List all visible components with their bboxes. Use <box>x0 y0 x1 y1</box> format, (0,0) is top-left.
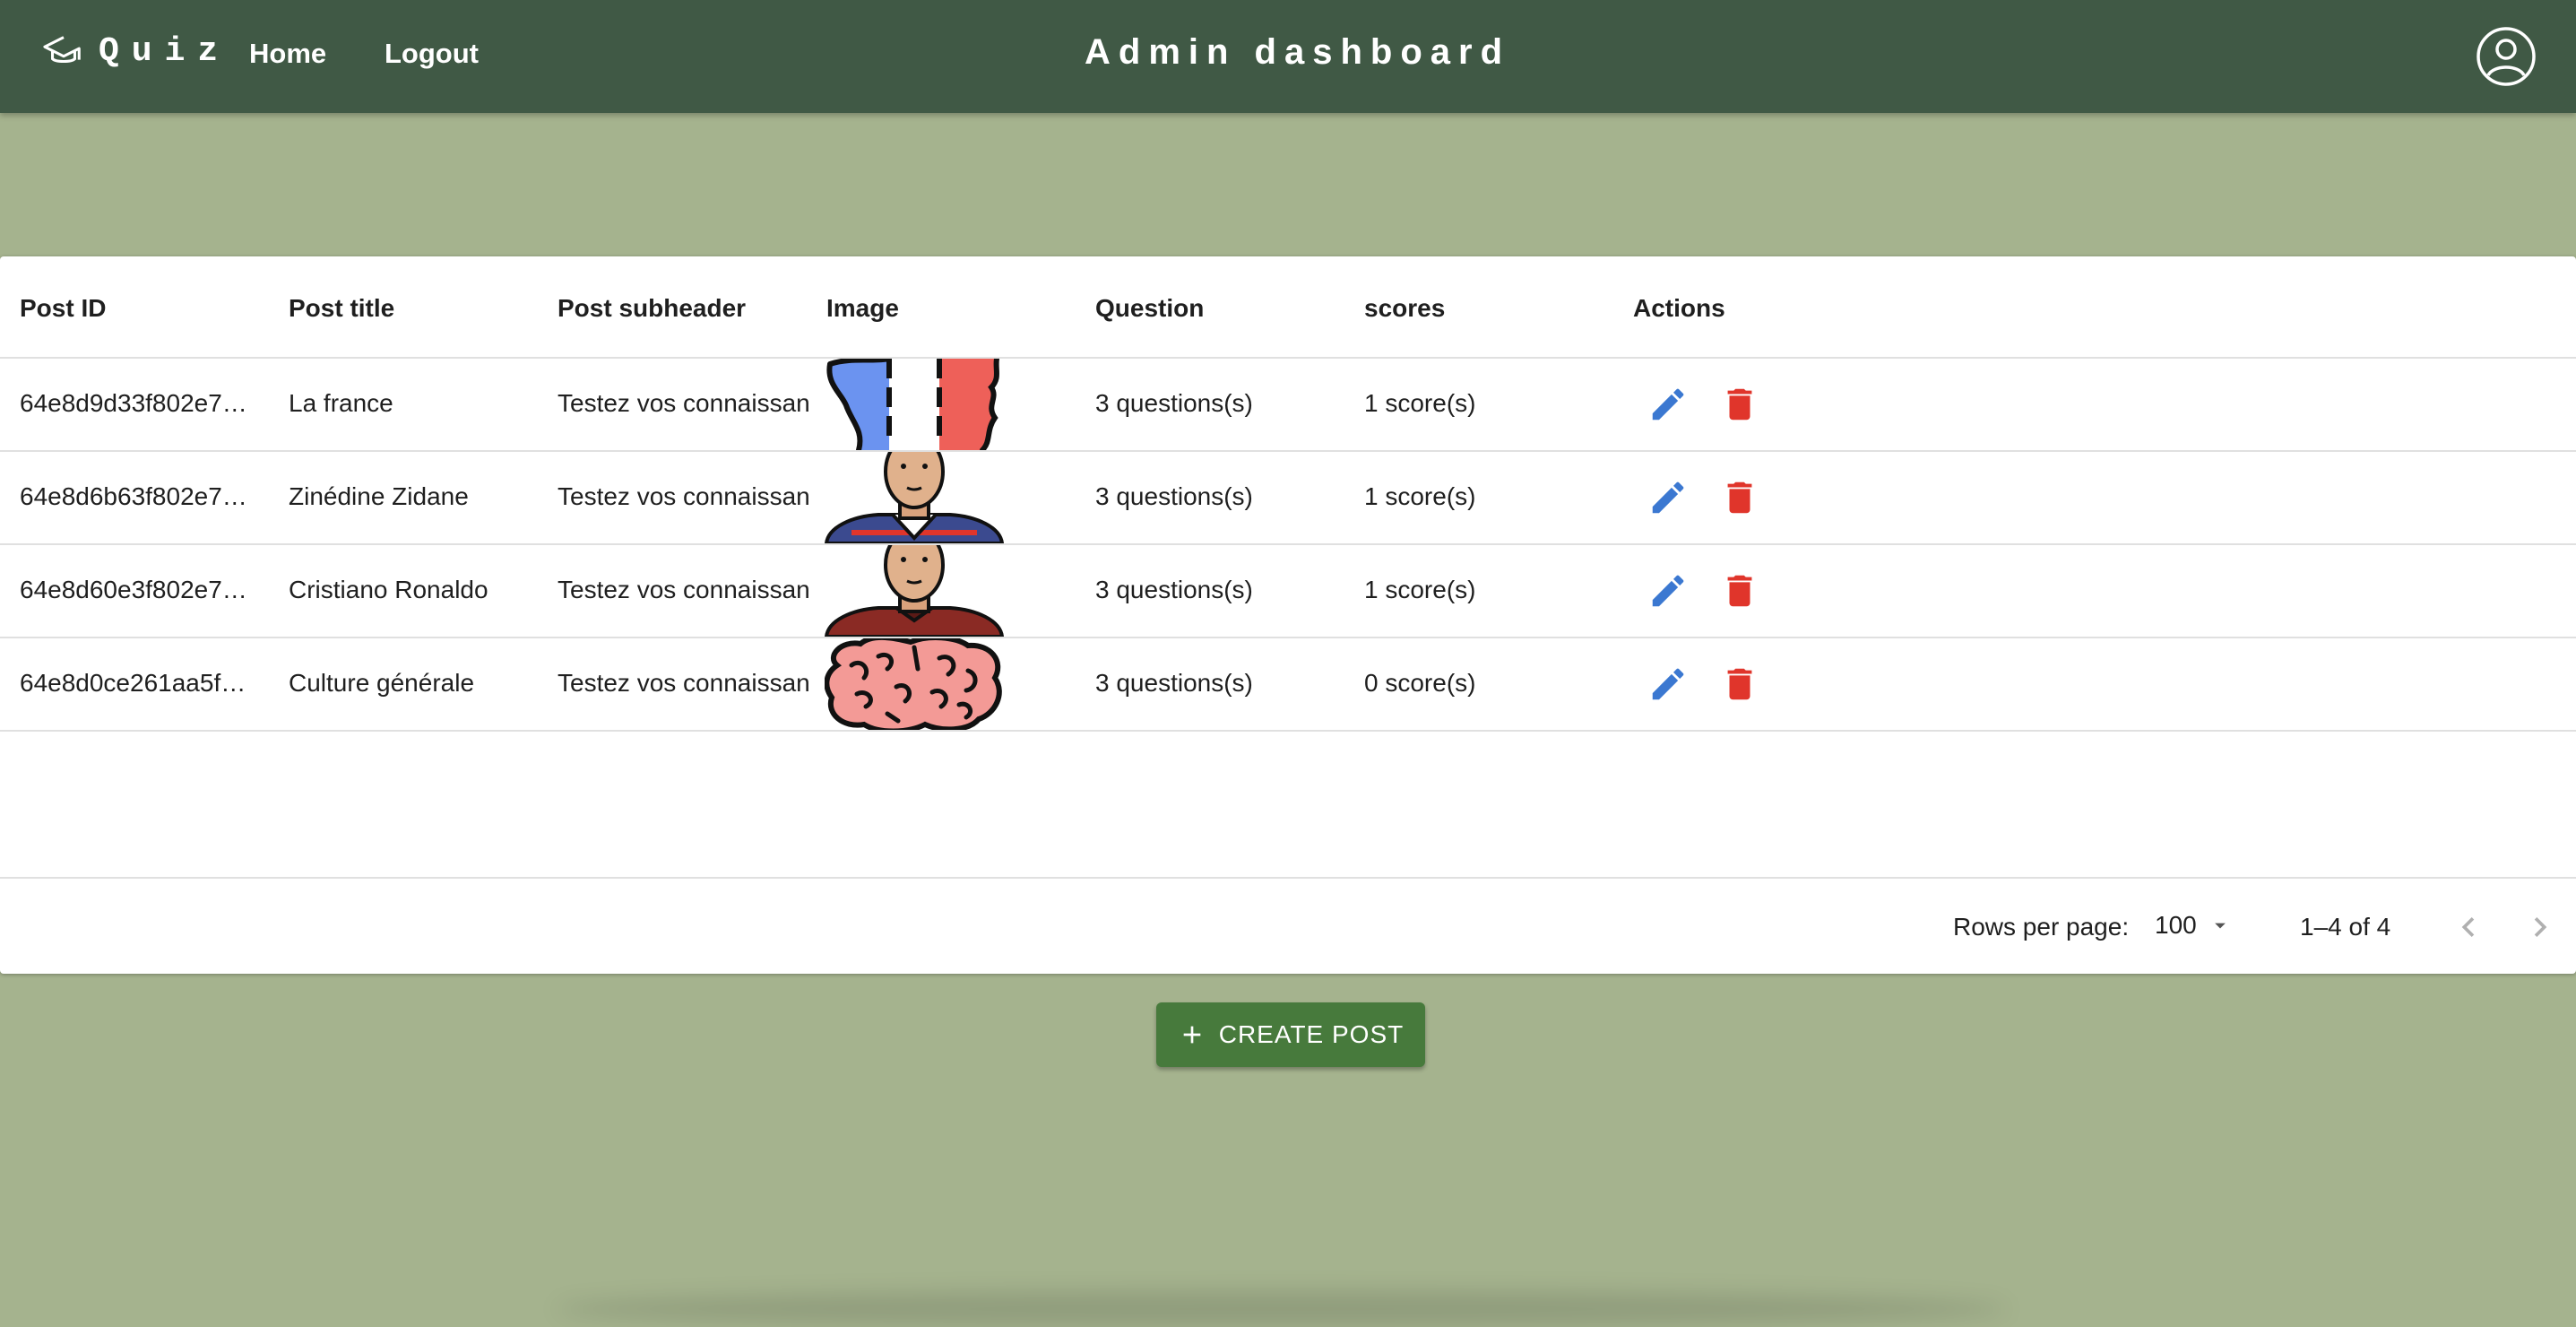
column-header-actions: Actions <box>1633 294 1725 322</box>
create-post-button[interactable]: CREATE POST <box>1156 1002 1425 1067</box>
chevron-left-icon[interactable] <box>2449 907 2488 947</box>
question-count-cell: 3 questions(s) <box>1095 576 1253 603</box>
column-header-post-subheader[interactable]: Post subheader <box>558 294 746 323</box>
question-count-cell: 3 questions(s) <box>1095 669 1253 697</box>
pencil-icon[interactable] <box>1647 570 1689 611</box>
question-count-cell: 3 questions(s) <box>1095 482 1253 510</box>
create-post-label: CREATE POST <box>1218 1020 1405 1048</box>
page-title: Admin dashboard <box>1085 32 1511 72</box>
post-title-cell: Cristiano Ronaldo <box>289 576 488 603</box>
table-header: Post ID Post title Post subheader Image … <box>0 256 2576 359</box>
pencil-icon[interactable] <box>1647 664 1689 705</box>
rows-per-page-label: Rows per page: <box>1953 913 2130 941</box>
pagination-range: 1–4 of 4 <box>2300 913 2391 941</box>
pencil-icon[interactable] <box>1647 384 1689 425</box>
post-id-cell: 64e8d6b63f802e7… <box>20 482 247 510</box>
post-title-cell: La france <box>289 389 393 417</box>
table-row[interactable]: 64e8d0ce261aa5f… Culture générale Testez… <box>0 638 2576 732</box>
trash-icon[interactable] <box>1719 477 1760 518</box>
table-row[interactable]: 64e8d60e3f802e7… Cristiano Ronaldo Teste… <box>0 545 2576 638</box>
post-image <box>825 359 1004 450</box>
brain-image <box>825 638 1002 730</box>
nav-logout-link[interactable]: Logout <box>385 38 479 70</box>
question-count-cell: 3 questions(s) <box>1095 389 1253 417</box>
brand-text: Quiz <box>99 31 231 71</box>
post-image <box>825 638 1004 730</box>
caret-down-icon <box>2214 923 2226 929</box>
player-avatar-image <box>825 545 1004 637</box>
post-subheader-cell: Testez vos connaissan <box>558 482 808 510</box>
post-image <box>825 452 1004 543</box>
post-subheader-cell: Testez vos connaissan <box>558 669 808 697</box>
post-subheader-cell: Testez vos connaissan <box>558 576 808 603</box>
score-count-cell: 1 score(s) <box>1364 576 1476 603</box>
trash-icon[interactable] <box>1719 570 1760 611</box>
rows-per-page-select[interactable]: 100 <box>2155 911 2233 940</box>
france-map-image <box>826 359 999 450</box>
post-id-cell: 64e8d9d33f802e7… <box>20 389 247 417</box>
table-pagination: Rows per page: 100 1–4 of 4 <box>0 877 2576 976</box>
footer-shadow <box>556 1291 2008 1327</box>
score-count-cell: 1 score(s) <box>1364 389 1476 417</box>
rows-per-page-value: 100 <box>2155 911 2197 939</box>
post-image <box>825 545 1004 637</box>
column-header-post-title[interactable]: Post title <box>289 294 394 323</box>
post-title-cell: Zinédine Zidane <box>289 482 469 510</box>
app-bar: Quiz Home Logout Admin dashboard <box>0 0 2576 113</box>
table-row[interactable]: 64e8d6b63f802e7… Zinédine Zidane Testez … <box>0 452 2576 545</box>
score-count-cell: 1 score(s) <box>1364 482 1476 510</box>
column-header-image[interactable]: Image <box>826 294 899 323</box>
chevron-right-icon[interactable] <box>2520 907 2560 947</box>
trash-icon[interactable] <box>1719 384 1760 425</box>
post-id-cell: 64e8d60e3f802e7… <box>20 576 247 603</box>
plus-icon <box>1183 1026 1201 1044</box>
nav-home-link[interactable]: Home <box>249 38 326 70</box>
column-header-scores[interactable]: scores <box>1364 294 1445 323</box>
account-circle-icon[interactable] <box>2476 26 2537 87</box>
pencil-icon[interactable] <box>1647 477 1689 518</box>
column-header-question[interactable]: Question <box>1095 294 1204 323</box>
column-header-post-id[interactable]: Post ID <box>20 294 106 323</box>
post-title-cell: Culture générale <box>289 669 475 697</box>
graduation-cap-icon <box>43 36 81 64</box>
score-count-cell: 0 score(s) <box>1364 669 1476 697</box>
post-subheader-cell: Testez vos connaissan <box>558 389 808 417</box>
post-id-cell: 64e8d0ce261aa5f… <box>20 669 246 697</box>
brand[interactable]: Quiz <box>43 30 230 72</box>
posts-table: Post ID Post title Post subheader Image … <box>0 256 2576 974</box>
trash-icon[interactable] <box>1719 664 1760 705</box>
player-avatar-image <box>825 452 1004 543</box>
table-row[interactable]: 64e8d9d33f802e7… La france Testez vos co… <box>0 359 2576 452</box>
